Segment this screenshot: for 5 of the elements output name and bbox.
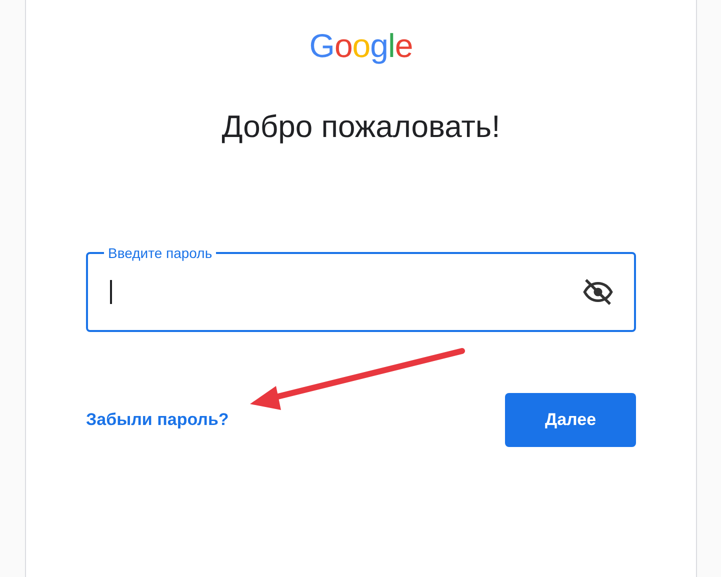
forgot-password-link[interactable]: Забыли пароль? [86, 410, 229, 430]
next-button[interactable]: Далее [505, 393, 636, 447]
logo: Google [309, 27, 413, 65]
text-cursor [110, 280, 112, 304]
welcome-title: Добро пожаловать! [222, 108, 500, 146]
